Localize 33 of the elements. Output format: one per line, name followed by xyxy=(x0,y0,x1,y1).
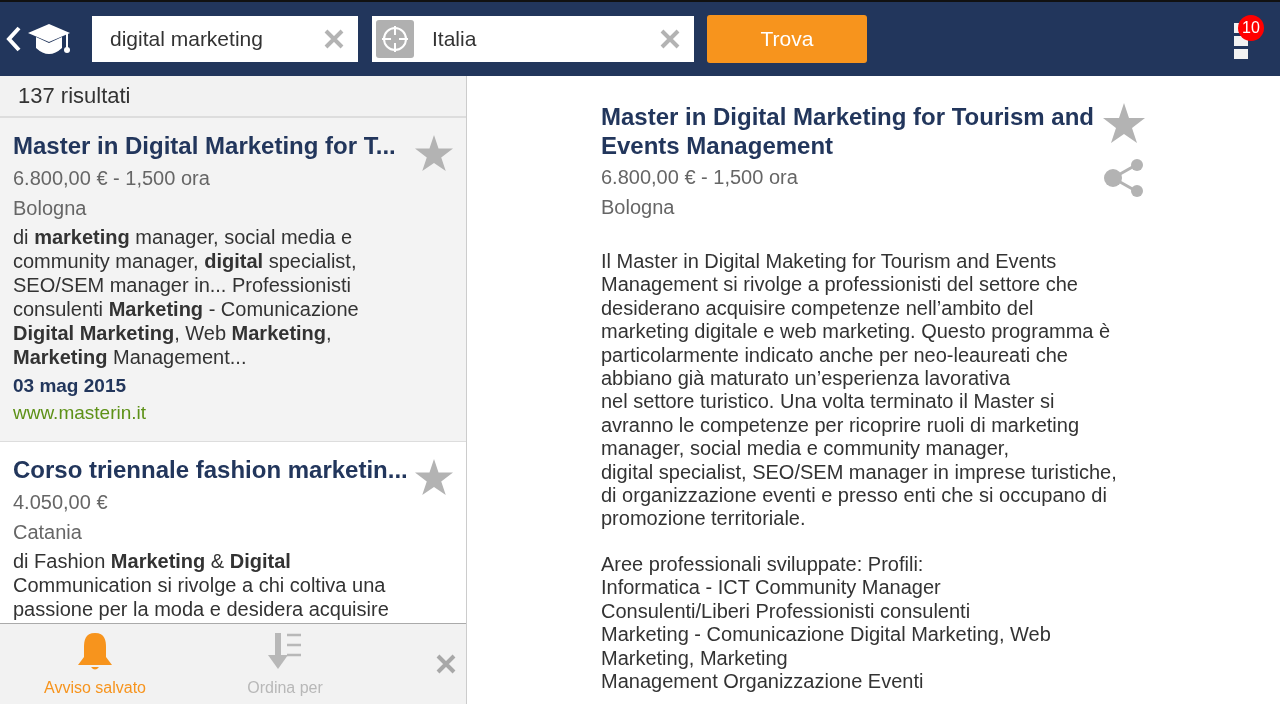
graduation-cap-icon xyxy=(26,22,72,56)
result-city: Catania xyxy=(13,520,83,545)
result-count: 137 risultati xyxy=(0,76,466,118)
close-button[interactable] xyxy=(434,652,458,676)
search-field[interactable]: digital marketing xyxy=(92,16,358,62)
crosshair-icon[interactable] xyxy=(376,20,414,58)
description-paragraph: Il Master in Digital Maketing for Tourism and Events Management si rivolge a professionisti del settore che desiderano acquisire competenze nell’ambito del marketing digitale e web marketing. Questo programma è particolarmente indicato anche per neo-leaureati che abbiano già maturato un’esperienza lavorativa nel settore turistico. Una volta terminato il Master si avranno le competenze per ricoprire ruoli di marketing manager, social media e community manager, digital specialist, SEO/SEM manager in imprese turistiche, di organizzazione eventi e presso enti che si occupano di promozione territoriale. xyxy=(601,250,1118,531)
location-field[interactable]: Italia xyxy=(372,16,694,62)
back-icon xyxy=(6,26,22,52)
location-input[interactable]: Italia xyxy=(430,26,660,52)
notification-badge: 10 xyxy=(1238,15,1264,41)
result-price: 4.050,00 € xyxy=(13,490,109,515)
search-input[interactable]: digital marketing xyxy=(108,26,324,52)
result-date: 03 mag 2015 xyxy=(13,374,128,398)
result-snippet: di marketing manager, social media e community manager, digital specialist, SEO/SEM manager in... Professionisti consulenti Marketing - Comunicazione Digital Marketing, Web Marketing, Marketing Management... xyxy=(13,225,360,369)
star-icon[interactable] xyxy=(1102,102,1146,144)
star-icon[interactable] xyxy=(414,458,454,496)
result-snippet: di Fashion Marketing & Digital Communication si rivolge a chi coltiva una passione per la moda e desidera acquisire xyxy=(13,549,390,621)
course-title: Master in Digital Marketing for Tourism and Events Management xyxy=(601,102,1095,160)
result-title[interactable]: Master in Digital Marketing for T... xyxy=(13,132,414,160)
course-city: Bologna xyxy=(601,195,676,220)
result-card[interactable] xyxy=(0,118,466,442)
star-icon[interactable] xyxy=(414,134,454,172)
result-website: www.masterin.it xyxy=(13,401,148,425)
course-price: 6.800,00 € - 1,500 ora xyxy=(601,165,799,190)
clear-icon[interactable] xyxy=(660,29,680,49)
description-paragraph: Aree professionali sviluppate: Profili: Informatica - ICT Community Manager Consulenti/Liberi Professionisti consulenti Marketing - Comunicazione Digital Marketing, Web Marketing, Marketing Management Organizzazione Eventi xyxy=(601,552,1052,694)
result-title[interactable]: Corso triennale fashion marketin... xyxy=(13,456,414,484)
clear-icon[interactable] xyxy=(324,29,344,49)
result-price: 6.800,00 € - 1,500 ora xyxy=(13,166,211,191)
share-icon[interactable] xyxy=(1103,158,1145,198)
result-city: Bologna xyxy=(13,196,88,221)
back-button[interactable] xyxy=(6,22,72,56)
